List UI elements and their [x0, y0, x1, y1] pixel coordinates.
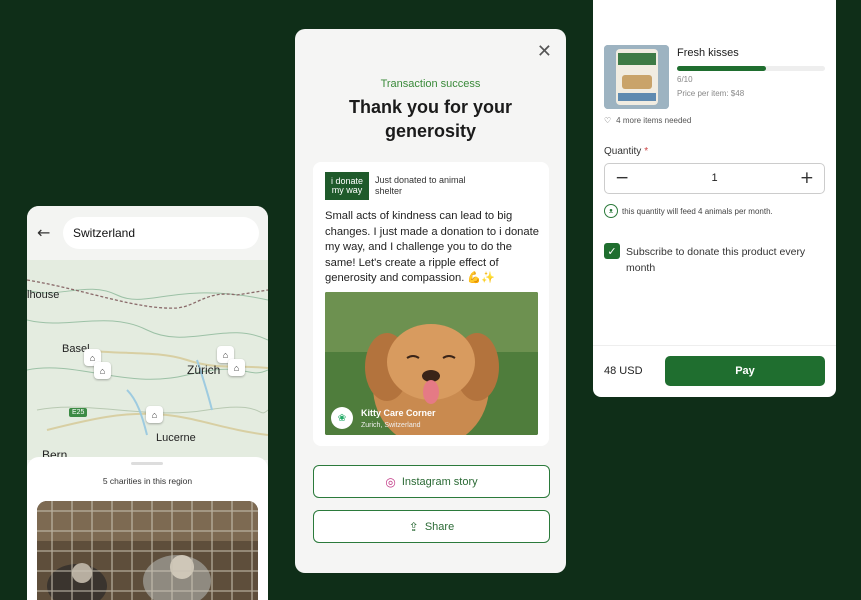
search-value: Switzerland — [73, 226, 136, 240]
feed-note: ᴥ this quantity will feed 4 animals per … — [604, 204, 773, 218]
required-mark: * — [644, 146, 649, 157]
charities-count: 5 charities in this region — [102, 476, 193, 486]
product-name: Fresh kisses — [677, 47, 739, 59]
subscribe-label[interactable]: Subscribe to donate this product every m… — [626, 244, 826, 276]
subscribe-checkbox[interactable]: ✓ — [604, 243, 620, 259]
instagram-icon: ◎ — [385, 474, 396, 489]
city-mulhouse: lhouse — [27, 289, 60, 301]
share-button[interactable]: ⇪ Share — [313, 510, 550, 543]
progress-bar — [677, 66, 825, 71]
pay-button[interactable]: Pay — [665, 356, 825, 386]
city-lucerne: Lucerne — [156, 432, 196, 444]
charity-photo[interactable] — [37, 501, 258, 600]
org-name: Kitty Care Corner — [361, 408, 436, 418]
post-message: Small acts of kindness can lead to big c… — [325, 210, 539, 284]
map-view[interactable]: lhouse Basel Zürich Bern Lucerne E25 ⌂ ⌂… — [27, 260, 268, 462]
thank-you-modal: ✕ Transaction success Thank you for your… — [295, 29, 566, 573]
share-label: Share — [424, 520, 455, 533]
drag-handle[interactable] — [131, 462, 163, 465]
shelter-pin-icon[interactable]: ⌂ — [94, 362, 111, 379]
back-arrow-icon[interactable]: ← — [37, 225, 53, 241]
quantity-label-text: Quantity — [604, 146, 642, 157]
shelter-pin-icon[interactable]: ⌂ — [146, 406, 163, 423]
product-image — [604, 45, 669, 109]
price-per-item: Price per item: $48 — [677, 89, 745, 98]
progress-bar-fill — [677, 66, 766, 71]
instagram-story-button[interactable]: ◎ Instagram story — [313, 465, 550, 498]
heart-hand-icon: ♡ — [604, 116, 612, 125]
items-needed-text: 4 more items needed — [616, 116, 692, 125]
post-header: Just donated to animal shelter — [375, 175, 466, 196]
city-zurich: Zürich — [187, 363, 221, 377]
cage-dogs-image — [37, 501, 258, 600]
map-card: ← Switzerland lhouse Basel Zürich Bern L… — [27, 206, 268, 600]
items-needed-note: ♡ 4 more items needed — [604, 116, 691, 125]
quantity-value[interactable]: 1 — [605, 172, 824, 184]
search-input[interactable]: Switzerland — [63, 217, 259, 249]
instagram-label: Instagram story — [401, 475, 478, 488]
modal-title: Thank you for your generosity — [348, 97, 512, 141]
shelter-pin-icon[interactable]: ⌂ — [228, 359, 245, 376]
post-photo: ❀ Kitty Care Corner Zurich, Switzerland — [325, 292, 538, 435]
status-text: Transaction success — [380, 78, 481, 90]
plus-icon[interactable]: + — [800, 168, 814, 188]
divider — [593, 345, 836, 346]
quantity-stepper: − 1 + — [604, 163, 825, 194]
product-bag-image — [604, 45, 669, 109]
share-icon: ⇪ — [408, 519, 419, 534]
charities-sheet: 5 charities in this region — [27, 457, 268, 600]
org-location: Zurich, Switzerland — [361, 422, 421, 429]
road-label: E25 — [69, 408, 88, 417]
donation-product-card: Fresh kisses 6/10 Price per item: $48 ♡ 4… — [593, 0, 836, 397]
feed-note-text: this quantity will feed 4 animals per mo… — [622, 206, 773, 216]
total-amount: 48 USD — [604, 365, 643, 377]
progress-text: 6/10 — [677, 75, 693, 84]
close-icon[interactable]: ✕ — [537, 43, 552, 61]
map-search-bar: ← Switzerland — [27, 206, 268, 260]
brand-logo: i donate my way — [325, 172, 369, 200]
social-post-preview: i donate my way Just donated to animal s… — [313, 162, 549, 446]
dog-face-icon: ᴥ — [604, 204, 618, 218]
quantity-label: Quantity * — [604, 146, 648, 157]
org-logo-icon: ❀ — [331, 407, 353, 429]
